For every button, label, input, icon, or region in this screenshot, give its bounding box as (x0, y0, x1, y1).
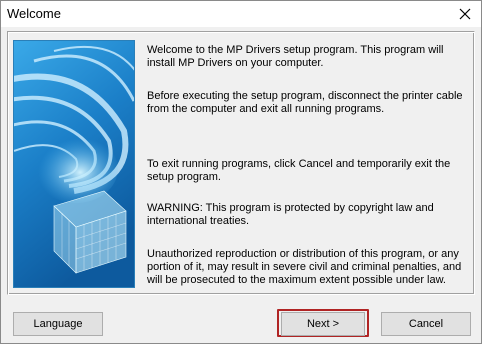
next-button[interactable]: Next > (281, 312, 365, 336)
disconnect-paragraph: Before executing the setup program, disc… (147, 90, 463, 115)
unauthorized-paragraph: Unauthorized reproduction or distributio… (147, 248, 462, 286)
window-title: Welcome (7, 6, 61, 21)
dialog-body: Welcome to the MP Drivers setup program.… (1, 27, 481, 343)
content-panel: Welcome to the MP Drivers setup program.… (7, 31, 475, 295)
cancel-button[interactable]: Cancel (381, 312, 471, 336)
exit-programs-paragraph: To exit running programs, click Cancel a… (147, 158, 451, 183)
warning-paragraph: WARNING: This program is protected by co… (147, 202, 434, 227)
welcome-dialog: Welcome Welcome to the MP Drivers setup … (0, 0, 482, 344)
close-icon[interactable] (455, 4, 475, 24)
language-button[interactable]: Language (13, 312, 103, 336)
title-bar: Welcome (1, 1, 481, 27)
setup-swirl-artwork (13, 40, 135, 288)
welcome-paragraph: Welcome to the MP Drivers setup program.… (147, 44, 444, 69)
